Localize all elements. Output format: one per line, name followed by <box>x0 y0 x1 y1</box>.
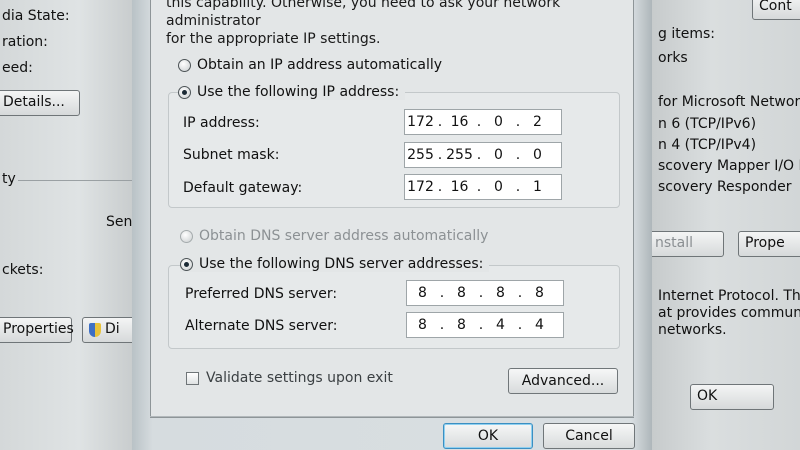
cancel-button[interactable]: Cancel <box>543 423 635 449</box>
footer-divider <box>150 416 634 417</box>
component-list-item[interactable]: for Microsoft Networks <box>658 94 800 110</box>
octet: 8 <box>457 285 466 301</box>
octet: 0 <box>494 114 503 130</box>
octet: 172 <box>407 179 434 195</box>
speed-label: eed: <box>2 60 33 76</box>
octet-separator: . <box>439 285 445 301</box>
octet-separator: . <box>515 114 521 130</box>
octet: 172 <box>407 114 434 130</box>
subnet-mask-label: Subnet mask: <box>183 147 280 163</box>
alternate-dns-field[interactable]: 8. 8. 4. 4 <box>406 312 564 338</box>
divider <box>18 180 132 181</box>
shield-icon <box>89 323 101 337</box>
ok-button-background[interactable]: OK <box>690 384 774 410</box>
ip-address-field[interactable]: 172. 16. 0. 2 <box>404 109 562 135</box>
octet: 0 <box>494 179 503 195</box>
use-following-ip-label: Use the following IP address: <box>197 84 400 100</box>
radio-icon <box>178 58 191 72</box>
octet: 0 <box>533 147 542 163</box>
description-line: networks. <box>658 322 727 338</box>
octet-separator: . <box>437 147 443 163</box>
properties-button[interactable]: Properties <box>0 317 74 343</box>
use-following-dns-radio[interactable]: Use the following DNS server addresses: <box>180 256 490 272</box>
intro-line: this capability. Otherwise, you need to … <box>166 0 561 29</box>
component-properties-button[interactable]: Prope <box>738 231 800 257</box>
octet-separator: . <box>476 114 482 130</box>
octet-separator: . <box>437 114 443 130</box>
octet: 255 <box>407 147 434 163</box>
octet: 16 <box>450 114 469 130</box>
octet: 2 <box>533 114 542 130</box>
obtain-dns-automatically-label: Obtain DNS server address automatically <box>199 228 489 244</box>
advanced-button-label: Advanced... <box>521 373 605 389</box>
sent-label: Sen <box>106 214 133 230</box>
validate-settings-checkbox[interactable]: Validate settings upon exit <box>186 370 393 386</box>
octet-separator: . <box>515 179 521 195</box>
octet: 4 <box>496 317 505 333</box>
use-following-dns-label: Use the following DNS server addresses: <box>199 256 484 272</box>
diagnose-button-label: Di <box>105 321 120 337</box>
octet: 8 <box>496 285 505 301</box>
packets-label: ckets: <box>2 262 44 278</box>
default-gateway-field[interactable]: 172. 16. 0. 1 <box>404 174 562 200</box>
description-line: Internet Protocol. The de <box>658 288 800 304</box>
octet: 8 <box>418 285 427 301</box>
ok-button-label: OK <box>477 428 499 444</box>
octet: 16 <box>450 179 469 195</box>
configure-button[interactable]: Cont <box>752 0 800 20</box>
octet: 0 <box>494 147 503 163</box>
obtain-ip-automatically-label: Obtain an IP address automatically <box>197 57 443 73</box>
octet-separator: . <box>478 285 484 301</box>
ok-button-label: OK <box>697 388 718 404</box>
octet-separator: . <box>515 147 521 163</box>
media-state-label: dia State: <box>2 8 70 24</box>
alternate-dns-label: Alternate DNS server: <box>185 318 338 334</box>
octet-separator: . <box>517 317 523 333</box>
preferred-dns-field[interactable]: 8. 8. 8. 8 <box>406 280 564 306</box>
radio-checked-icon <box>178 85 191 99</box>
ok-button[interactable]: OK <box>443 423 533 449</box>
intro-line: for the appropriate IP settings. <box>166 31 381 47</box>
background-window-left: dia State: ration: eed: Details... ty Se… <box>0 0 142 450</box>
octet: 8 <box>535 285 544 301</box>
octet-separator: . <box>476 179 482 195</box>
checkbox-box <box>186 371 199 385</box>
component-list-item[interactable]: scovery Mapper I/O Drive <box>658 158 800 174</box>
validate-settings-label: Validate settings upon exit <box>206 370 393 386</box>
advanced-button[interactable]: Advanced... <box>508 368 618 394</box>
description-line: at provides communicatio <box>658 305 800 321</box>
preferred-dns-label: Preferred DNS server: <box>185 286 338 302</box>
radio-icon <box>180 229 193 243</box>
networks-label: orks <box>658 50 688 66</box>
component-list-item[interactable]: n 6 (TCP/IPv6) <box>658 116 756 132</box>
octet-separator: . <box>439 317 445 333</box>
radio-checked-icon <box>180 257 193 271</box>
ip-address-label: IP address: <box>183 115 260 131</box>
octet-separator: . <box>517 285 523 301</box>
background-window-right: Cont g items: orks for Microsoft Network… <box>648 0 800 450</box>
duration-label: ration: <box>2 34 48 50</box>
intro-text: this capability. Otherwise, you need to … <box>166 0 636 48</box>
octet: 8 <box>418 317 427 333</box>
octet-separator: . <box>476 147 482 163</box>
octet: 4 <box>535 317 544 333</box>
obtain-ip-automatically-radio[interactable]: Obtain an IP address automatically <box>178 57 442 73</box>
activity-label: ty <box>2 171 16 187</box>
octet: 1 <box>533 179 542 195</box>
octet-separator: . <box>478 317 484 333</box>
obtain-dns-automatically-radio[interactable]: Obtain DNS server address automatically <box>180 228 488 244</box>
items-label: g items: <box>658 26 715 42</box>
component-list-item[interactable]: scovery Responder <box>658 179 792 195</box>
use-following-ip-radio[interactable]: Use the following IP address: <box>178 84 406 100</box>
details-button[interactable]: Details... <box>0 90 80 116</box>
default-gateway-label: Default gateway: <box>183 180 303 196</box>
octet: 255 <box>446 147 473 163</box>
cancel-button-label: Cancel <box>565 428 613 444</box>
subnet-mask-field[interactable]: 255. 255. 0. 0 <box>404 142 562 168</box>
install-button[interactable]: nstall <box>648 231 724 257</box>
octet: 8 <box>457 317 466 333</box>
component-list-item[interactable]: n 4 (TCP/IPv4) <box>658 137 756 153</box>
octet-separator: . <box>437 179 443 195</box>
